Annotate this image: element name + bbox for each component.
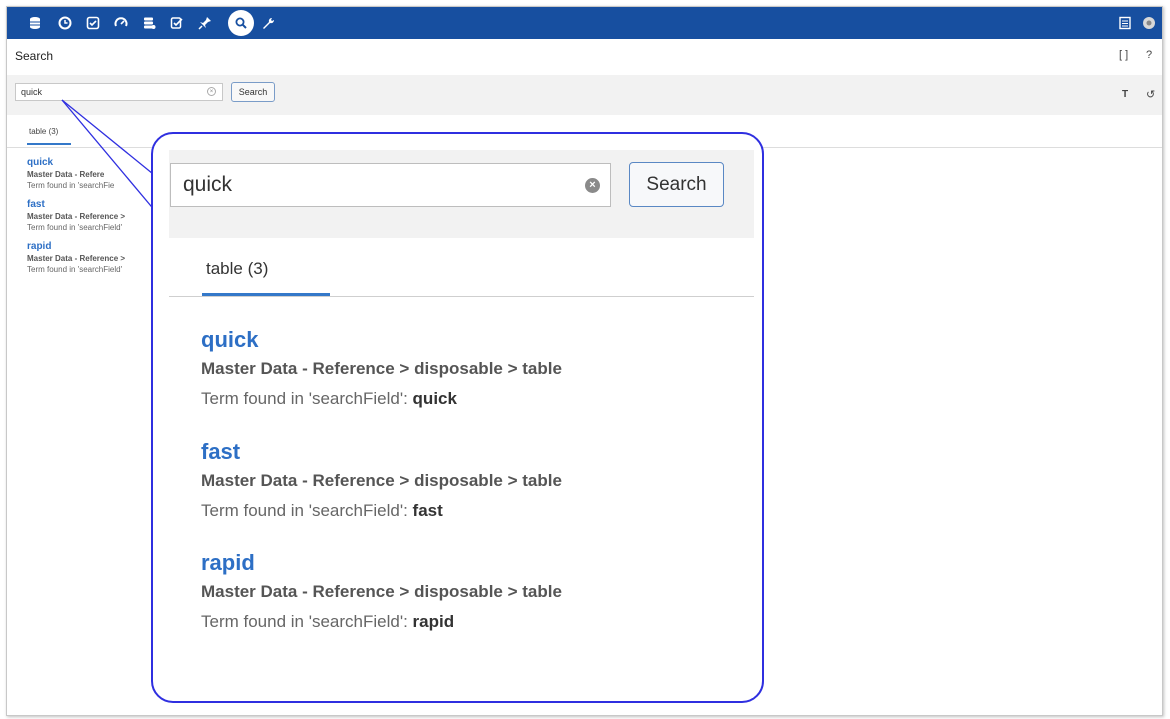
result-title-link[interactable]: rapid bbox=[201, 549, 562, 577]
result-term: Term found in 'searchField' bbox=[27, 265, 123, 274]
list-item: fast Master Data - Reference > Term foun… bbox=[27, 199, 157, 233]
term-match: fast bbox=[412, 501, 443, 520]
result-title-link[interactable]: fast bbox=[201, 438, 562, 466]
grid-icon[interactable] bbox=[1117, 15, 1133, 31]
result-term: Term found in 'searchField': quick bbox=[201, 384, 562, 414]
page-title: Search bbox=[15, 49, 54, 63]
search-input[interactable]: quick bbox=[170, 163, 611, 207]
result-path: Master Data - Reference > bbox=[27, 212, 126, 221]
list-item: quick Master Data - Reference > disposab… bbox=[201, 326, 562, 414]
tab-underline-small bbox=[27, 143, 71, 145]
list-item: rapid Master Data - Reference > Term fou… bbox=[27, 241, 157, 275]
result-path: Master Data - Reference > disposable > t… bbox=[201, 359, 562, 378]
result-path: Master Data - Reference > disposable > t… bbox=[201, 471, 562, 490]
zoom-callout: quick × Search table (3) quick Master Da… bbox=[151, 132, 764, 703]
result-term: Term found in 'searchFie bbox=[27, 181, 115, 190]
result-path: Master Data - Refere bbox=[27, 170, 105, 179]
clear-icon-small[interactable]: × bbox=[207, 87, 216, 96]
user-avatar-icon[interactable] bbox=[1141, 15, 1157, 31]
gauge-icon[interactable] bbox=[113, 15, 129, 31]
list-item: quick Master Data - Refere Term found in… bbox=[27, 157, 157, 191]
result-term: Term found in 'searchField': fast bbox=[201, 496, 562, 526]
term-prefix: Term found in 'searchField': bbox=[201, 612, 408, 631]
database-icon[interactable] bbox=[27, 15, 43, 31]
result-title-link[interactable]: quick bbox=[27, 157, 157, 169]
result-path: Master Data - Reference > bbox=[27, 254, 126, 263]
result-term: Term found in 'searchField' bbox=[27, 223, 123, 232]
page-header: Search [ ] ? bbox=[7, 39, 1162, 75]
results-list-small: quick Master Data - Refere Term found in… bbox=[27, 157, 157, 283]
top-nav-bar bbox=[7, 7, 1162, 39]
tab-table[interactable]: table (3) bbox=[206, 259, 268, 279]
result-title-link[interactable]: fast bbox=[27, 199, 157, 211]
task-check-icon[interactable] bbox=[85, 15, 101, 31]
tab-divider bbox=[169, 296, 754, 297]
search-button-small[interactable]: Search bbox=[231, 82, 275, 102]
help-icon[interactable]: ? bbox=[1146, 49, 1152, 61]
expand-icon[interactable]: [ ] bbox=[1119, 49, 1128, 61]
term-match: quick bbox=[412, 389, 457, 408]
list-item: fast Master Data - Reference > disposabl… bbox=[201, 438, 562, 526]
term-prefix: Term found in 'searchField': bbox=[201, 389, 408, 408]
result-path: Master Data - Reference > disposable > t… bbox=[201, 582, 562, 601]
result-title-link[interactable]: quick bbox=[201, 326, 562, 354]
edit-check-icon[interactable] bbox=[169, 15, 185, 31]
term-prefix: Term found in 'searchField': bbox=[201, 501, 408, 520]
search-toolbar: quick × Search T ↺ bbox=[7, 75, 1162, 115]
term-match: rapid bbox=[412, 612, 455, 631]
search-icon[interactable] bbox=[233, 15, 249, 31]
search-input-small[interactable]: quick bbox=[15, 83, 223, 101]
search-bar-zoomed: quick × Search bbox=[169, 150, 754, 238]
result-term: Term found in 'searchField': rapid bbox=[201, 607, 562, 637]
list-item: rapid Master Data - Reference > disposab… bbox=[201, 549, 562, 637]
filter-icon[interactable]: T bbox=[1122, 89, 1128, 100]
search-button[interactable]: Search bbox=[629, 162, 724, 207]
result-title-link[interactable]: rapid bbox=[27, 241, 157, 253]
clock-icon[interactable] bbox=[57, 15, 73, 31]
reset-icon[interactable]: ↺ bbox=[1146, 88, 1155, 101]
tab-table-small[interactable]: table (3) bbox=[29, 127, 58, 136]
pin-icon[interactable] bbox=[197, 15, 213, 31]
wrench-icon[interactable] bbox=[260, 15, 276, 31]
stack-icon[interactable] bbox=[141, 15, 157, 31]
clear-icon[interactable]: × bbox=[585, 178, 600, 193]
results-panel: table (3) quick Master Data - Reference … bbox=[169, 238, 754, 698]
